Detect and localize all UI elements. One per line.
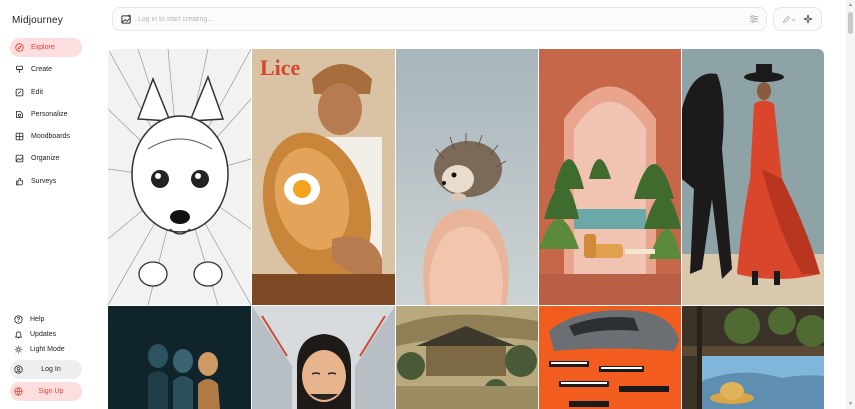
help-item[interactable]: Help [10,312,82,327]
sun-icon [13,344,24,355]
nav-label-create: Create [31,66,53,74]
help-icon [13,314,24,325]
moodboard-icon [14,131,25,142]
scroll-thumb[interactable] [848,12,853,34]
nav-item-create[interactable]: Create [10,60,82,79]
login-label: Log In [41,366,61,373]
gallery-image-arch-garden[interactable] [539,49,681,305]
brush-icon [14,64,25,75]
bell-icon [13,329,24,340]
personalize-icon [14,109,25,120]
nav-item-surveys[interactable]: Surveys [10,172,82,191]
sidebar: Midjourney Explore Create Edit Personali… [0,0,95,409]
signup-button[interactable]: Sign Up [10,382,82,401]
gallery-image-horse-woman[interactable] [682,49,824,305]
nav-item-explore[interactable]: Explore [10,38,82,57]
gallery-image-corgi-sketch[interactable] [108,49,251,305]
thumbs-up-icon [14,176,25,187]
scroll-down-icon[interactable]: ▼ [848,401,853,407]
nav-label-organize: Organize [31,155,60,163]
page-scrollbar[interactable]: ▲ ▼ [846,0,855,409]
compass-icon [14,42,25,53]
nav-label-personalize: Personalize [31,110,68,118]
sliders-icon[interactable] [748,13,760,25]
nav-label-moodboards: Moodboards [31,133,70,141]
updates-label: Updates [30,331,57,338]
login-button[interactable]: Log In [10,360,82,379]
signup-label: Sign Up [38,388,64,395]
gallery-image-dark-runners[interactable] [108,306,251,409]
help-label: Help [30,316,45,323]
chevron-down-icon [791,18,796,21]
magazine-title: Lice [260,55,301,80]
gallery-image-train-character[interactable] [252,306,395,409]
edit-icon [14,87,25,98]
nav-label-edit: Edit [31,88,44,96]
tools-box [773,7,822,31]
image-icon [14,153,25,164]
nav-label-explore: Explore [31,44,55,51]
user-icon [13,364,24,375]
gallery-image-magazine-cover[interactable]: Lice [252,49,395,305]
nav-item-moodboards[interactable]: Moodboards [10,127,82,146]
light-mode-item[interactable]: Light Mode [10,342,82,357]
sparkle-icon [803,14,813,24]
explore-gallery: Lice [108,49,824,409]
speed-button[interactable] [803,14,813,24]
add-image-icon[interactable] [120,13,132,25]
nav-label-surveys: Surveys [31,177,57,185]
light-mode-label: Light Mode [30,346,65,353]
globe-icon [13,386,24,397]
prompt-bar [112,7,767,31]
nav-item-organize[interactable]: Organize [10,149,82,168]
gallery-image-orange-car[interactable] [539,306,681,409]
scroll-up-icon[interactable]: ▲ [848,2,853,8]
bottom-nav: Help Updates Light Mode Log In Sign Up [10,312,82,401]
pen-icon [783,15,791,23]
gallery-image-pavilion-painting[interactable] [396,306,538,409]
gallery-image-hedgehog[interactable] [396,49,538,305]
prompt-input[interactable] [138,15,748,23]
gallery-image-window-hat[interactable] [682,306,824,409]
main-nav: Explore Create Edit Personalize Moodboar… [10,38,82,194]
app-logo[interactable]: Midjourney [12,15,63,26]
draft-mode-toggle[interactable] [782,15,796,24]
nav-item-personalize[interactable]: Personalize [10,105,82,124]
nav-item-edit[interactable]: Edit [10,83,82,102]
updates-item[interactable]: Updates [10,327,82,342]
